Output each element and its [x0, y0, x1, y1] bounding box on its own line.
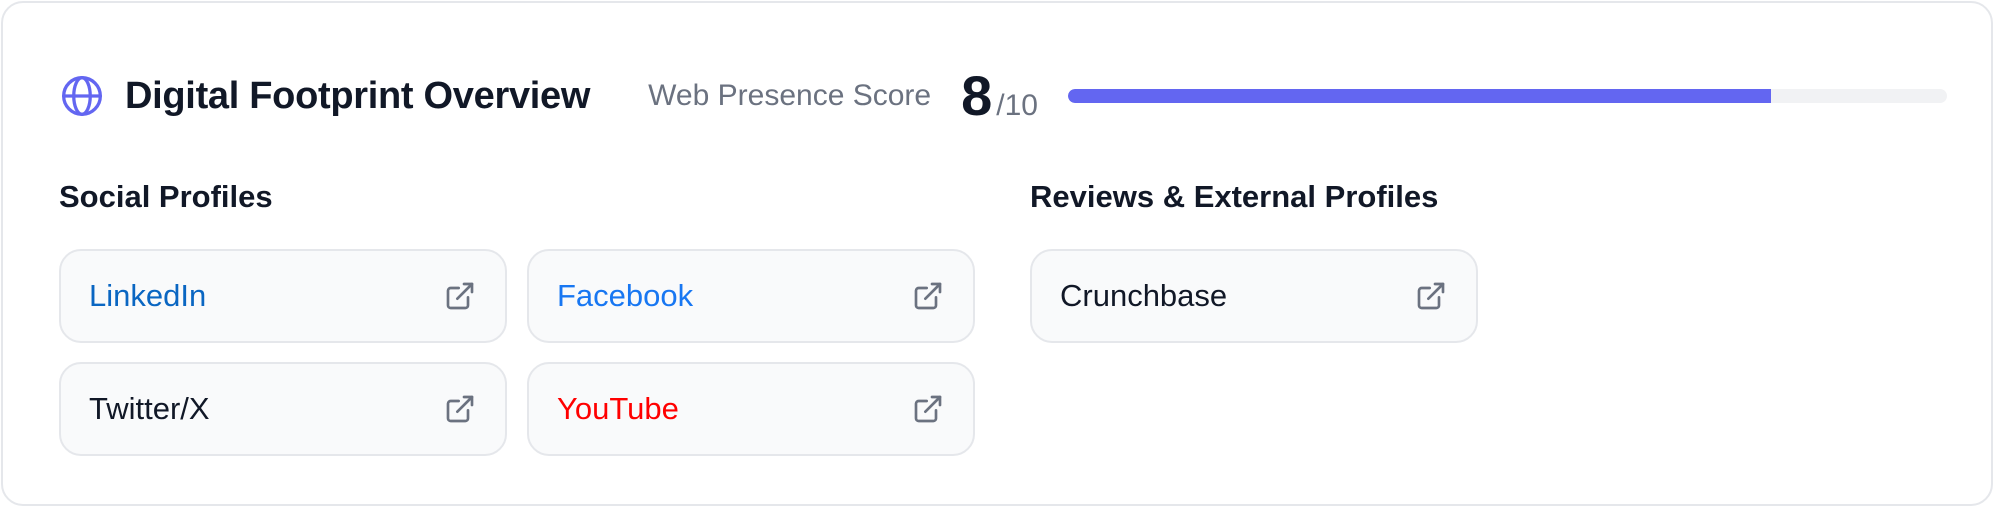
external-link-icon [1414, 279, 1448, 313]
external-link-icon [443, 392, 477, 426]
social-profiles-heading: Social Profiles [59, 179, 273, 214]
card-header: Digital Footprint Overview Web Presence … [59, 61, 1949, 131]
score-progress-fill [1067, 89, 1772, 103]
profile-link-youtube[interactable]: YouTube [527, 362, 975, 456]
score-progress-bar [1067, 89, 1947, 103]
page-title: Digital Footprint Overview [125, 74, 591, 117]
globe-icon [59, 73, 105, 119]
profile-link-label: Crunchbase [1060, 278, 1228, 313]
profile-link-twitter[interactable]: Twitter/X [59, 362, 507, 456]
external-link-icon [443, 279, 477, 313]
score-value: 8 [961, 64, 993, 127]
external-link-icon [911, 392, 945, 426]
profile-link-label: Twitter/X [89, 391, 210, 426]
profile-link-crunchbase[interactable]: Crunchbase [1030, 249, 1478, 343]
profile-link-linkedin[interactable]: LinkedIn [59, 249, 507, 343]
profile-link-label: Facebook [557, 278, 694, 313]
score-label: Web Presence Score [648, 79, 932, 112]
profile-link-facebook[interactable]: Facebook [527, 249, 975, 343]
external-link-icon [911, 279, 945, 313]
digital-footprint-card: Digital Footprint Overview Web Presence … [1, 1, 1993, 506]
profile-link-label: LinkedIn [89, 278, 207, 313]
score-max: /10 [996, 89, 1038, 122]
profile-link-label: YouTube [557, 391, 679, 426]
reviews-heading: Reviews & External Profiles [1030, 179, 1439, 214]
